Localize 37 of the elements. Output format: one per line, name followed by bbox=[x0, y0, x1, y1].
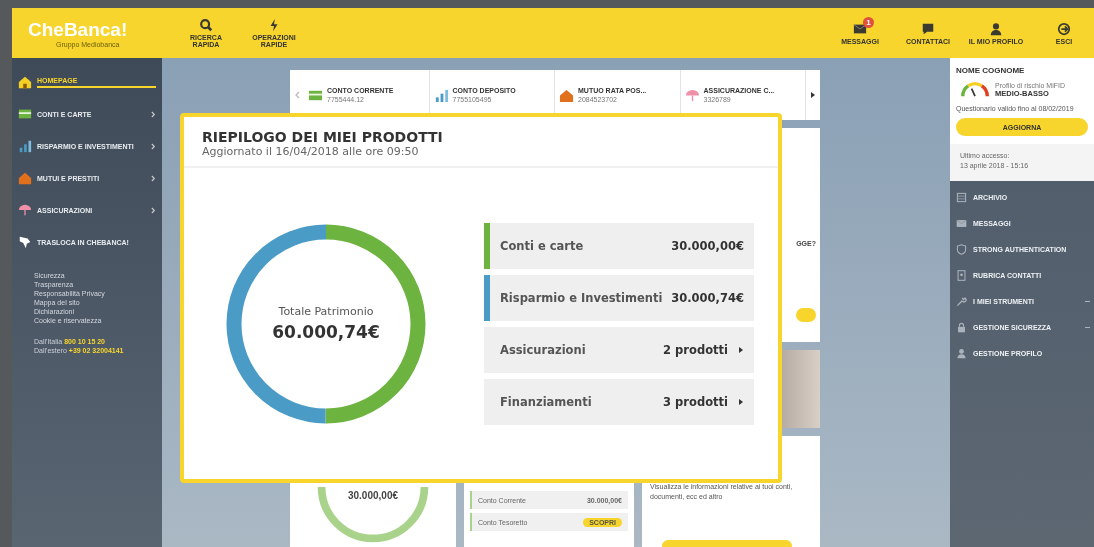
exit-icon bbox=[1057, 21, 1071, 36]
modal-title: RIEPILOGO DEI MIEI PRODOTTI bbox=[202, 129, 444, 145]
user-name: NOME COGNOME bbox=[956, 66, 1026, 75]
wrench-icon bbox=[956, 295, 967, 307]
bar-chart-icon bbox=[433, 87, 449, 103]
user-icon bbox=[989, 21, 1003, 36]
total-value: 60.000,74€ bbox=[272, 322, 380, 342]
house-icon bbox=[18, 171, 32, 185]
search-icon bbox=[199, 18, 213, 32]
product-row[interactable]: Assicurazioni 2 prodotti bbox=[484, 326, 754, 373]
amount-text: 30.000,00€ bbox=[347, 490, 399, 501]
product-row[interactable]: Conti e carte 30.000,00€ bbox=[484, 222, 754, 269]
map-icon bbox=[18, 235, 32, 249]
product-row[interactable]: Finanziamenti 3 prodotti bbox=[484, 378, 754, 425]
shield-icon bbox=[956, 243, 967, 255]
product-row[interactable]: Risparmio e Investimenti 30.000,74€ bbox=[484, 274, 754, 321]
total-label: Totale Patrimonio bbox=[278, 305, 374, 318]
envelope-icon bbox=[853, 21, 867, 36]
play-arrow-icon bbox=[738, 397, 744, 406]
home-icon bbox=[18, 75, 32, 89]
house-icon bbox=[559, 87, 574, 103]
envelope-icon bbox=[956, 217, 967, 229]
play-arrow-icon bbox=[738, 345, 744, 354]
umbrella-icon bbox=[18, 203, 32, 217]
play-arrow-icon[interactable] bbox=[810, 91, 816, 99]
chat-icon bbox=[921, 21, 935, 36]
notification-badge: 1 bbox=[863, 16, 874, 28]
lock-icon bbox=[956, 321, 967, 333]
bar-chart-icon bbox=[18, 139, 32, 153]
gauge-icon bbox=[960, 81, 990, 99]
modal-subtitle: Aggiornato il 16/04/2018 alle ore 09:50 bbox=[202, 145, 420, 158]
user-icon bbox=[956, 347, 967, 359]
umbrella-icon bbox=[684, 87, 700, 103]
address-book-icon bbox=[956, 269, 967, 281]
button-edge bbox=[796, 308, 816, 322]
card-icon bbox=[18, 107, 32, 121]
archive-icon bbox=[956, 191, 967, 203]
